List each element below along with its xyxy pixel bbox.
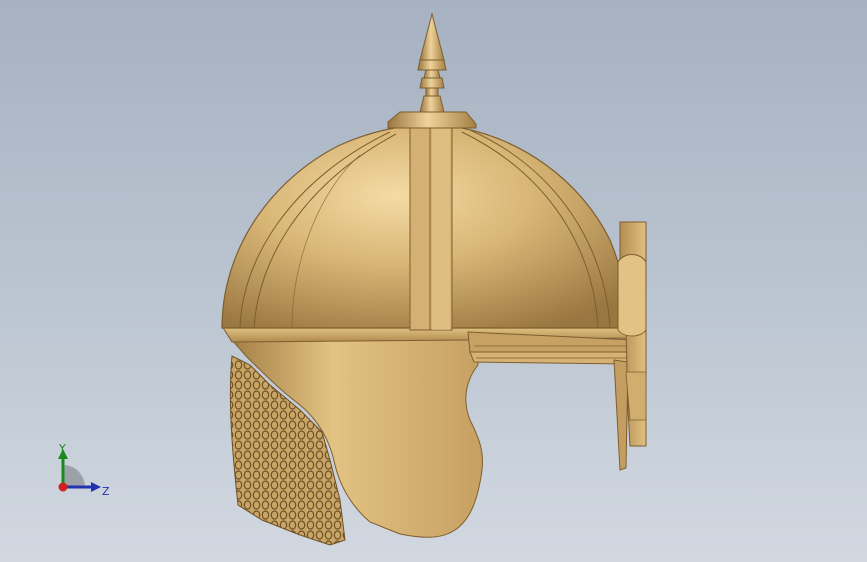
triad-plane (63, 465, 85, 487)
z-axis-arrowhead (91, 482, 101, 492)
visor-ridges (467, 331, 635, 471)
finial-base (387, 111, 477, 129)
helmet-model[interactable] (0, 0, 867, 562)
z-axis-label: Z (102, 485, 110, 498)
coordinate-triad: Y Z (50, 440, 120, 510)
central-rib (409, 127, 453, 331)
x-axis-origin (58, 482, 68, 492)
finial-spike (417, 12, 447, 113)
y-axis-label: Y (59, 442, 66, 455)
graphics-viewport[interactable]: Y Z (0, 0, 867, 562)
